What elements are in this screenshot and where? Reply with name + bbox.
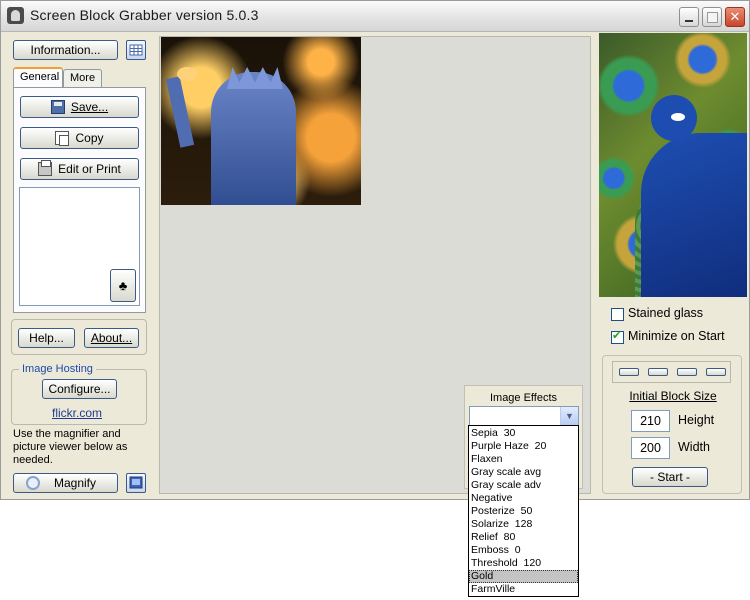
preset-button-4[interactable] (706, 368, 726, 376)
preset-button-1[interactable] (619, 368, 639, 376)
maximize-icon[interactable] (702, 7, 722, 27)
information-button-label: Information... (30, 43, 101, 57)
help-button-label: Help... (29, 331, 64, 345)
statue-shape (211, 72, 296, 205)
help-button[interactable]: Help... (18, 328, 75, 348)
stained-glass-checkbox[interactable] (611, 308, 624, 321)
magnifier-icon (26, 476, 40, 490)
statue-arm-shape (165, 76, 195, 148)
monitor-icon[interactable] (126, 473, 146, 493)
peacock-preview-image (599, 33, 747, 297)
chevron-down-icon[interactable]: ▼ (560, 407, 578, 425)
dropdown-option[interactable]: FarmVille (469, 583, 578, 596)
dropdown-option[interactable]: Flaxen (469, 453, 578, 466)
dropdown-option[interactable]: Threshold 120 (469, 557, 578, 570)
dropdown-option[interactable]: Relief 80 (469, 531, 578, 544)
image-effects-title: Image Effects (489, 392, 558, 404)
captured-image-thumbnail[interactable] (161, 37, 361, 205)
image-effects-select[interactable]: ▼ (469, 406, 579, 426)
copy-button[interactable]: Copy (20, 127, 139, 149)
dropdown-option[interactable]: Sepia 30 (469, 427, 578, 440)
image-hosting-legend: Image Hosting (19, 363, 96, 375)
tab-general-label: General (20, 71, 60, 83)
stained-glass-label: Stained glass (628, 306, 704, 320)
peacock-eye-shape (671, 113, 685, 121)
close-icon[interactable]: ✕ (725, 7, 745, 27)
about-button[interactable]: About... (84, 328, 139, 348)
title-bar[interactable]: Screen Block Grabber version 5.0.3 ✕ (1, 1, 749, 32)
tab-general[interactable]: General (13, 67, 63, 87)
dropdown-option[interactable]: Gray scale avg (469, 466, 578, 479)
dropdown-option[interactable]: Negative (469, 492, 578, 505)
width-label: Width (678, 440, 710, 454)
tab-more-label: More (70, 72, 96, 84)
dropdown-option[interactable]: Solarize 128 (469, 518, 578, 531)
clubs-button[interactable]: ♣ (110, 269, 136, 302)
configure-button-label: Configure... (48, 382, 111, 396)
dropdown-option[interactable]: Purple Haze 20 (469, 440, 578, 453)
preset-button-2[interactable] (648, 368, 668, 376)
minimize-on-start-checkbox[interactable] (611, 329, 624, 344)
magnify-button-label: Magnify (54, 476, 97, 490)
save-button-label: Save... (70, 100, 109, 114)
copy-icon (55, 131, 70, 146)
image-effects-dropdown[interactable]: Sepia 30 Purple Haze 20 Flaxen Gray scal… (468, 425, 579, 597)
save-button[interactable]: Save... (20, 96, 139, 118)
window-title: Screen Block Grabber version 5.0.3 (30, 7, 259, 23)
app-window: Screen Block Grabber version 5.0.3 ✕ Inf… (0, 0, 750, 500)
copy-button-label: Copy (75, 131, 104, 145)
edit-print-button[interactable]: Edit or Print (20, 158, 139, 180)
clubs-icon: ♣ (118, 278, 128, 293)
minimize-icon[interactable] (679, 7, 699, 27)
magnifier-hint: Use the magnifier and picture viewer bel… (13, 428, 128, 466)
start-button[interactable]: - Start - (632, 467, 708, 487)
height-label: Height (678, 413, 715, 427)
tab-more[interactable]: More (63, 69, 102, 87)
flickr-link[interactable]: flickr.com (52, 406, 102, 420)
torch-shape (177, 67, 197, 81)
app-logo-icon (7, 7, 24, 24)
height-input[interactable]: 210 (631, 410, 670, 432)
dropdown-option-highlighted[interactable]: Gold (469, 570, 578, 583)
start-button-label: - Start - (649, 470, 690, 484)
about-button-label: About... (90, 331, 133, 345)
peacock-body-shape (641, 133, 747, 297)
floppy-disk-icon (50, 100, 65, 114)
magnify-button[interactable]: Magnify (13, 473, 118, 493)
configure-button[interactable]: Configure... (42, 379, 117, 399)
dropdown-option[interactable]: Gray scale adv (469, 479, 578, 492)
preset-button-3[interactable] (677, 368, 697, 376)
width-input[interactable]: 200 (631, 437, 670, 459)
grid-icon[interactable] (126, 40, 146, 60)
dropdown-option[interactable]: Posterize 50 (469, 505, 578, 518)
edit-print-button-label: Edit or Print (58, 162, 121, 176)
dropdown-option[interactable]: Emboss 0 (469, 544, 578, 557)
initial-block-size-title: Initial Block Size (629, 389, 717, 403)
information-button[interactable]: Information... (13, 40, 118, 60)
printer-icon (38, 160, 53, 176)
minimize-on-start-label: Minimize on Start (628, 329, 725, 343)
